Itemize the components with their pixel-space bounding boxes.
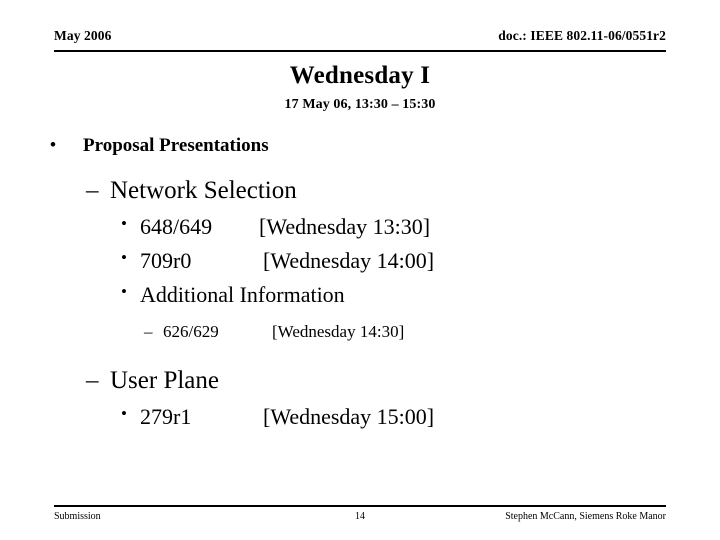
outline-item-label: Additional Information [140,282,345,307]
title-block: Wednesday I 17 May 06, 13:30 – 15:30 [54,62,666,114]
header-date: May 2006 [54,28,112,43]
outline-item-626-629: – 626/629 [Wednesday 14:30] [0,321,720,351]
bullet-marker-icon: • [121,404,127,423]
footer-author: Stephen McCann, Siemens Roke Manor [505,511,666,522]
outline-body: • Proposal Presentations – Network Selec… [0,134,720,437]
slide: May 2006 doc.: IEEE 802.11-06/0551r2 Wed… [0,0,720,540]
slide-footer-row: Submission 14 Stephen McCann, Siemens Ro… [54,510,666,526]
outline-item-time: [Wednesday 13:30] [259,214,431,239]
outline-item-label: 709r0 [140,248,192,273]
outline-item-648-649: • 648/649 [Wednesday 13:30] [0,213,720,247]
outline-item-label: 279r1 [140,404,192,429]
page-title: Wednesday I [289,62,431,89]
outline-item-label: 648/649 [140,214,213,239]
slide-footer: Submission 14 Stephen McCann, Siemens Ro… [54,505,666,526]
bullet-marker-icon: • [50,135,56,154]
dash-marker-icon: – [86,367,99,394]
slide-header: May 2006 doc.: IEEE 802.11-06/0551r2 [54,28,666,52]
outline-item-label: 626/629 [163,322,219,341]
outline-item-time: [Wednesday 14:00] [263,248,435,273]
outline-item-user-plane: – User Plane [0,365,720,403]
outline-item-time: [Wednesday 15:00] [263,404,435,429]
dash-marker-icon: – [144,322,153,341]
bullet-marker-icon: • [121,282,127,301]
outline-item-709r0: • 709r0 [Wednesday 14:00] [0,247,720,281]
outline-item-time: [Wednesday 14:30] [272,322,405,341]
outline-item-proposal-presentations: • Proposal Presentations [0,134,720,161]
outline-item-label: User Plane [110,367,219,394]
outline-item-additional-information: • Additional Information [0,281,720,315]
outline-item-label: Proposal Presentations [83,135,269,156]
outline-item-279r1: • 279r1 [Wednesday 15:00] [0,403,720,437]
outline-item-network-selection: – Network Selection [0,175,720,213]
header-document-id: doc.: IEEE 802.11-06/0551r2 [498,28,666,43]
page-subtitle: 17 May 06, 13:30 – 15:30 [284,96,436,112]
outline-item-label: Network Selection [110,177,297,204]
bullet-marker-icon: • [121,248,127,267]
dash-marker-icon: – [86,177,99,204]
bullet-marker-icon: • [121,214,127,233]
slide-header-row: May 2006 doc.: IEEE 802.11-06/0551r2 [54,28,666,45]
